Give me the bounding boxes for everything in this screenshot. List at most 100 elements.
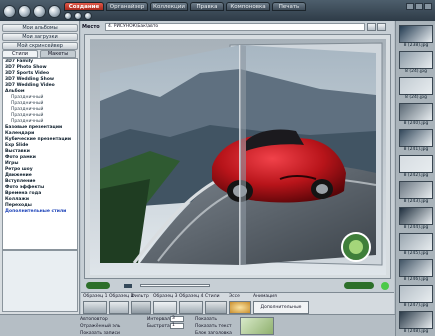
checkbox-title-block-label[interactable]: Блок заголовка	[195, 331, 232, 336]
rewind-icon[interactable]	[124, 284, 132, 288]
my-albums-button[interactable]: Мои альбомы	[2, 24, 78, 32]
checkbox-show-records-label[interactable]: Показать записи	[80, 331, 120, 336]
interval-label: Интервал	[147, 317, 170, 322]
timeline-slider[interactable]	[140, 284, 210, 287]
sidebar-lower-panel	[2, 250, 78, 312]
thumbnail-caption: 8 (248).jpg	[403, 329, 429, 334]
thumbnail-image	[399, 155, 433, 173]
thumbnail-image	[399, 103, 433, 121]
thumbnail-caption: 8 (246).jpg	[403, 277, 429, 282]
options-bar: Автоповтор Отражённый эль Показать запис…	[0, 314, 395, 336]
effect-thumb-4[interactable]	[153, 301, 177, 314]
fullscreen-button[interactable]	[344, 282, 374, 289]
filmstrip-thumb[interactable]: 8 (241).jpg	[399, 129, 433, 152]
tab-layouts[interactable]: Макеты	[40, 50, 76, 58]
more-options-button[interactable]: Дополнительные опции	[253, 301, 309, 321]
filmstrip-thumb[interactable]: 8 (245).jpg	[399, 233, 433, 256]
minimize-button[interactable]	[406, 3, 414, 10]
camera-icon[interactable]	[3, 5, 16, 18]
filmstrip-thumb[interactable]: 8 (248).jpg	[399, 311, 433, 334]
thumbnail-caption: 8 (247).jpg	[403, 303, 429, 308]
preview-stage[interactable]	[90, 39, 386, 275]
effect-thumb-5[interactable]	[179, 301, 203, 314]
thumbnail-caption: 8 (24).jpg	[405, 69, 427, 74]
filmstrip-thumb[interactable]: 8 (238).jpg	[399, 25, 433, 48]
effect-thumb-3[interactable]	[131, 301, 151, 314]
filmstrip-thumb[interactable]: 8 (247).jpg	[399, 285, 433, 308]
tab-styles[interactable]: Стили	[2, 50, 38, 58]
printer-icon[interactable]	[64, 12, 72, 20]
sidebar: Мои альбомы Мои загрузки Мой скринсейвер…	[0, 21, 80, 314]
preview-frame	[84, 34, 391, 279]
maximize-button[interactable]	[415, 3, 423, 10]
thumbnail-image	[399, 25, 433, 43]
filter-label: Фильтр	[131, 294, 149, 299]
thumbnail-caption: 8 (244).jpg	[403, 225, 429, 230]
thumbnail-image	[399, 233, 433, 251]
refresh-button[interactable]	[377, 23, 386, 31]
gear-icon[interactable]	[84, 12, 92, 20]
window-controls	[405, 3, 432, 12]
effects-panel: Образец 1 Образец 2 Фильтр Образец 3 Обр…	[81, 292, 394, 321]
sidebar-tabs: Стили Макеты	[2, 50, 78, 58]
effect-thumb-1[interactable]	[83, 301, 107, 314]
thumbnail-image	[399, 259, 433, 277]
close-button[interactable]	[424, 3, 432, 10]
filmstrip-thumb[interactable]: 8 (244).jpg	[399, 207, 433, 230]
filmstrip-thumb[interactable]: 8 (243).jpg	[399, 181, 433, 204]
tab-layout[interactable]: Компоновка	[226, 2, 270, 11]
filmstrip-thumb[interactable]: 8 (242).jpg	[399, 155, 433, 178]
thumbnail-image	[399, 77, 433, 95]
browse-button[interactable]	[367, 23, 376, 31]
thumbnail-image	[399, 129, 433, 147]
thumbnail-caption: 8 (238).jpg	[403, 43, 429, 48]
tab-organizer[interactable]: Органайзер	[106, 2, 148, 11]
effect-thumb-6[interactable]	[205, 301, 227, 314]
tab-collections[interactable]: Коллекции	[150, 2, 188, 11]
filmstrip-thumb[interactable]: 8 (240).jpg	[399, 103, 433, 126]
sample-1-label: Образец 1	[83, 294, 108, 299]
filmstrip-thumb[interactable]: 8 (24).jpg	[399, 77, 433, 100]
my-downloads-button[interactable]: Мои загрузки	[2, 33, 78, 41]
sample-2-label: Образец 2	[109, 294, 134, 299]
checkbox-show-text-label[interactable]: Показать текст	[195, 324, 232, 329]
top-toolbar: Создание Органайзер Коллекции Правка Ком…	[0, 0, 435, 21]
status-light-icon	[381, 282, 389, 290]
tab-edit[interactable]: Правка	[190, 2, 224, 11]
map-thumbnail[interactable]	[240, 317, 274, 335]
animation-label: Анимация	[253, 294, 277, 299]
checkbox-reflected-label[interactable]: Отражённый эль	[80, 324, 120, 329]
checkbox-autorepeat-label[interactable]: Автоповтор	[80, 317, 108, 322]
checkbox-show-label[interactable]: Показать	[195, 317, 217, 322]
filmstrip-thumb[interactable]: 8 (246).jpg	[399, 259, 433, 282]
thumbnail-image	[399, 51, 433, 69]
film-icon[interactable]	[18, 5, 31, 18]
tab-print[interactable]: Печать	[272, 2, 306, 11]
tree-item[interactable]: Дополнительные стили	[3, 209, 77, 215]
globe-icon[interactable]	[33, 5, 46, 18]
thumbnail-caption: 8 (242).jpg	[403, 173, 429, 178]
path-field[interactable]: 4. РИСУНОК\Бак\авто	[105, 23, 365, 31]
thumbnail-image	[399, 285, 433, 303]
car-photo	[100, 42, 383, 266]
my-screensaver-button[interactable]: Мой скринсейвер	[2, 42, 78, 50]
sample-3-label: Образец 3	[153, 294, 178, 299]
play-button[interactable]	[86, 282, 110, 289]
path-bar: Место 4. РИСУНОК\Бак\авто	[81, 23, 394, 32]
music-icon[interactable]	[74, 12, 82, 20]
effect-thumb-7[interactable]	[229, 301, 251, 314]
preview-controls	[84, 282, 391, 290]
interval-input[interactable]: 3	[170, 316, 184, 322]
filmstrip: 8 (238).jpg 8 (24).jpg 8 (24).jpg 8 (240).j…	[395, 21, 435, 336]
speed-input[interactable]: 1	[170, 323, 184, 329]
folder-icon[interactable]	[48, 5, 61, 18]
thumbnail-caption: 8 (245).jpg	[403, 251, 429, 256]
sample-4-label: Образец 4	[179, 294, 204, 299]
thumbnail-caption: 8 (243).jpg	[403, 199, 429, 204]
thumbnail-image	[399, 207, 433, 225]
path-label: Место	[82, 24, 100, 30]
tab-create[interactable]: Создание	[64, 2, 104, 11]
filmstrip-thumb[interactable]: 8 (24).jpg	[399, 51, 433, 74]
effect-thumb-2[interactable]	[109, 301, 129, 314]
thumbnail-caption: 8 (24).jpg	[405, 95, 427, 100]
